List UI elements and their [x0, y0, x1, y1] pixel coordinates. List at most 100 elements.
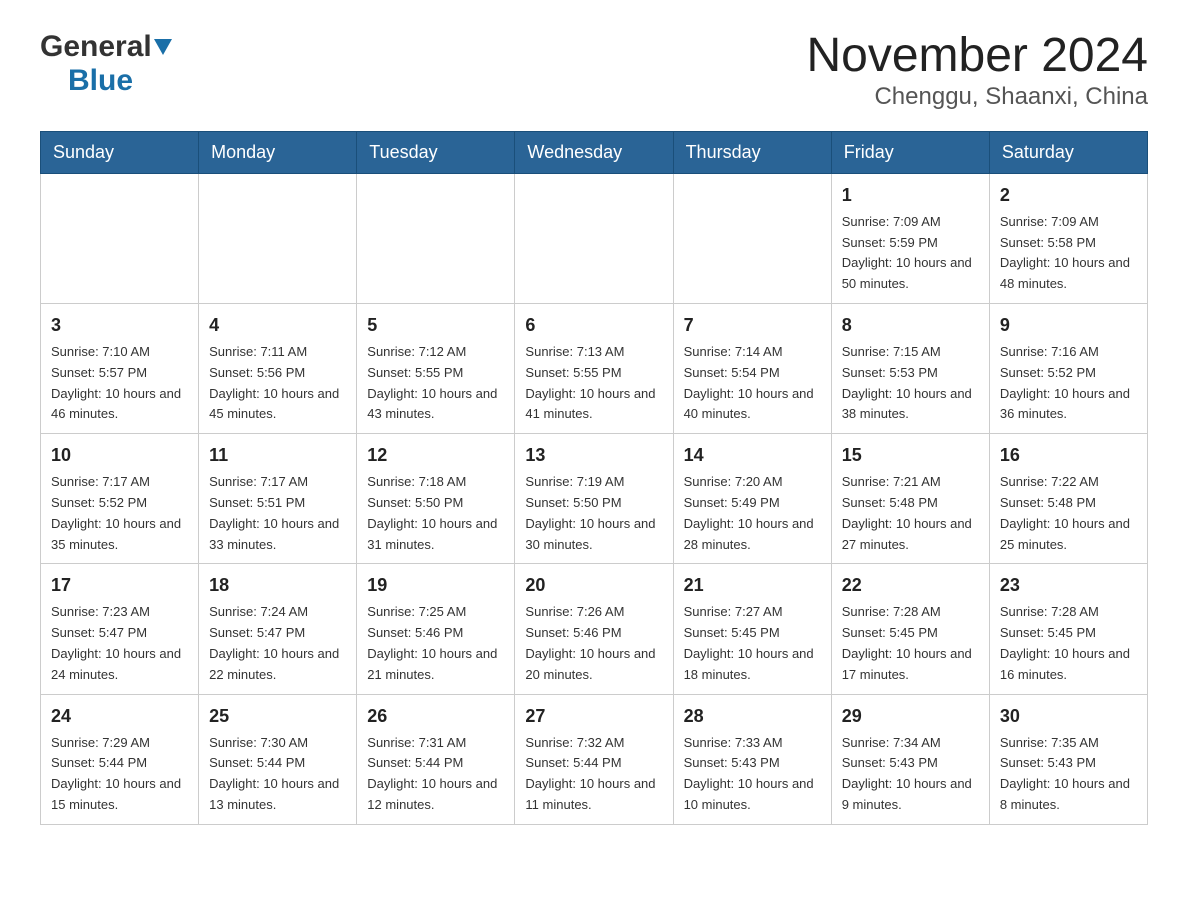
- day-info: Sunrise: 7:35 AMSunset: 5:43 PMDaylight:…: [1000, 735, 1130, 812]
- page-header: General Blue November 2024 Chenggu, Shaa…: [40, 30, 1148, 111]
- day-number: 9: [1000, 312, 1137, 339]
- day-number: 13: [525, 442, 662, 469]
- day-number: 19: [367, 572, 504, 599]
- calendar-cell: 12Sunrise: 7:18 AMSunset: 5:50 PMDayligh…: [357, 434, 515, 564]
- day-number: 29: [842, 703, 979, 730]
- day-number: 3: [51, 312, 188, 339]
- day-info: Sunrise: 7:11 AMSunset: 5:56 PMDaylight:…: [209, 344, 339, 421]
- calendar-cell: 19 Sunrise: 7:25 AMSunset: 5:46 PMDayligh…: [357, 564, 515, 694]
- day-info: Sunrise: 7:34 AMSunset: 5:43 PMDaylight:…: [842, 735, 972, 812]
- logo-general-text: General: [40, 30, 152, 64]
- day-info: Sunrise: 7:09 AMSunset: 5:58 PMDaylight:…: [1000, 214, 1130, 291]
- calendar-cell: 13Sunrise: 7:19 AMSunset: 5:50 PMDayligh…: [515, 434, 673, 564]
- day-number: 25: [209, 703, 346, 730]
- calendar-cell: 28Sunrise: 7:33 AMSunset: 5:43 PMDayligh…: [673, 694, 831, 824]
- calendar-cell: 3 Sunrise: 7:10 AMSunset: 5:57 PMDaylight…: [41, 303, 199, 433]
- day-info: Sunrise: 7:23 AMSunset: 5:47 PMDaylight:…: [51, 604, 181, 681]
- calendar-cell: 30Sunrise: 7:35 AMSunset: 5:43 PMDayligh…: [989, 694, 1147, 824]
- day-info: Sunrise: 7:13 AMSunset: 5:55 PMDaylight:…: [525, 344, 655, 421]
- calendar-cell: 9 Sunrise: 7:16 AMSunset: 5:52 PMDaylight…: [989, 303, 1147, 433]
- day-info: Sunrise: 7:16 AMSunset: 5:52 PMDaylight:…: [1000, 344, 1130, 421]
- day-info: Sunrise: 7:18 AMSunset: 5:50 PMDaylight:…: [367, 474, 497, 551]
- calendar-cell: 15 Sunrise: 7:21 AMSunset: 5:48 PMDayligh…: [831, 434, 989, 564]
- calendar-cell: 20Sunrise: 7:26 AMSunset: 5:46 PMDayligh…: [515, 564, 673, 694]
- weekday-header: Tuesday: [357, 131, 515, 173]
- day-number: 5: [367, 312, 504, 339]
- day-info: Sunrise: 7:25 AMSunset: 5:46 PMDaylight:…: [367, 604, 497, 681]
- day-number: 1: [842, 182, 979, 209]
- day-number: 24: [51, 703, 188, 730]
- calendar-cell: [199, 173, 357, 303]
- day-number: 15: [842, 442, 979, 469]
- calendar-title: November 2024: [806, 30, 1148, 83]
- calendar-cell: [41, 173, 199, 303]
- weekday-header: Thursday: [673, 131, 831, 173]
- calendar-cell: 8 Sunrise: 7:15 AMSunset: 5:53 PMDaylight…: [831, 303, 989, 433]
- day-number: 4: [209, 312, 346, 339]
- day-number: 27: [525, 703, 662, 730]
- weekday-header: Sunday: [41, 131, 199, 173]
- calendar-cell: 14 Sunrise: 7:20 AMSunset: 5:49 PMDayligh…: [673, 434, 831, 564]
- calendar-cell: 25 Sunrise: 7:30 AMSunset: 5:44 PMDayligh…: [199, 694, 357, 824]
- calendar-subtitle: Chenggu, Shaanxi, China: [806, 83, 1148, 111]
- calendar-cell: 26Sunrise: 7:31 AMSunset: 5:44 PMDayligh…: [357, 694, 515, 824]
- calendar-week-row: 3 Sunrise: 7:10 AMSunset: 5:57 PMDaylight…: [41, 303, 1148, 433]
- calendar-header-row: SundayMondayTuesdayWednesdayThursdayFrid…: [41, 131, 1148, 173]
- day-info: Sunrise: 7:15 AMSunset: 5:53 PMDaylight:…: [842, 344, 972, 421]
- calendar-cell: 10Sunrise: 7:17 AMSunset: 5:52 PMDayligh…: [41, 434, 199, 564]
- day-info: Sunrise: 7:30 AMSunset: 5:44 PMDaylight:…: [209, 735, 339, 812]
- calendar-cell: 2 Sunrise: 7:09 AMSunset: 5:58 PMDaylight…: [989, 173, 1147, 303]
- day-number: 2: [1000, 182, 1137, 209]
- day-number: 8: [842, 312, 979, 339]
- day-number: 23: [1000, 572, 1137, 599]
- day-number: 21: [684, 572, 821, 599]
- calendar-cell: 6 Sunrise: 7:13 AMSunset: 5:55 PMDaylight…: [515, 303, 673, 433]
- calendar-week-row: 1Sunrise: 7:09 AMSunset: 5:59 PMDaylight…: [41, 173, 1148, 303]
- calendar-week-row: 10Sunrise: 7:17 AMSunset: 5:52 PMDayligh…: [41, 434, 1148, 564]
- calendar-cell: [357, 173, 515, 303]
- calendar-cell: 24 Sunrise: 7:29 AMSunset: 5:44 PMDayligh…: [41, 694, 199, 824]
- day-info: Sunrise: 7:28 AMSunset: 5:45 PMDaylight:…: [1000, 604, 1130, 681]
- day-number: 11: [209, 442, 346, 469]
- day-number: 18: [209, 572, 346, 599]
- calendar-week-row: 24 Sunrise: 7:29 AMSunset: 5:44 PMDayligh…: [41, 694, 1148, 824]
- day-info: Sunrise: 7:27 AMSunset: 5:45 PMDaylight:…: [684, 604, 814, 681]
- weekday-header: Wednesday: [515, 131, 673, 173]
- day-number: 14: [684, 442, 821, 469]
- calendar-cell: 17 Sunrise: 7:23 AMSunset: 5:47 PMDayligh…: [41, 564, 199, 694]
- logo-triangle-icon: [154, 39, 172, 57]
- day-info: Sunrise: 7:22 AMSunset: 5:48 PMDaylight:…: [1000, 474, 1130, 551]
- logo-blue-text: Blue: [68, 64, 133, 97]
- day-info: Sunrise: 7:33 AMSunset: 5:43 PMDaylight:…: [684, 735, 814, 812]
- weekday-header: Friday: [831, 131, 989, 173]
- calendar-cell: 16Sunrise: 7:22 AMSunset: 5:48 PMDayligh…: [989, 434, 1147, 564]
- calendar-cell: 27Sunrise: 7:32 AMSunset: 5:44 PMDayligh…: [515, 694, 673, 824]
- day-number: 10: [51, 442, 188, 469]
- day-info: Sunrise: 7:14 AMSunset: 5:54 PMDaylight:…: [684, 344, 814, 421]
- calendar-cell: 1Sunrise: 7:09 AMSunset: 5:59 PMDaylight…: [831, 173, 989, 303]
- day-info: Sunrise: 7:10 AMSunset: 5:57 PMDaylight:…: [51, 344, 181, 421]
- day-info: Sunrise: 7:24 AMSunset: 5:47 PMDaylight:…: [209, 604, 339, 681]
- day-info: Sunrise: 7:20 AMSunset: 5:49 PMDaylight:…: [684, 474, 814, 551]
- title-block: November 2024 Chenggu, Shaanxi, China: [806, 30, 1148, 111]
- calendar-cell: 22 Sunrise: 7:28 AMSunset: 5:45 PMDayligh…: [831, 564, 989, 694]
- weekday-header: Monday: [199, 131, 357, 173]
- logo: General Blue: [40, 30, 172, 98]
- day-info: Sunrise: 7:28 AMSunset: 5:45 PMDaylight:…: [842, 604, 972, 681]
- calendar-cell: 7 Sunrise: 7:14 AMSunset: 5:54 PMDaylight…: [673, 303, 831, 433]
- day-number: 6: [525, 312, 662, 339]
- day-number: 22: [842, 572, 979, 599]
- day-number: 7: [684, 312, 821, 339]
- calendar-table: SundayMondayTuesdayWednesdayThursdayFrid…: [40, 131, 1148, 825]
- calendar-cell: 23 Sunrise: 7:28 AMSunset: 5:45 PMDayligh…: [989, 564, 1147, 694]
- day-number: 17: [51, 572, 188, 599]
- weekday-header: Saturday: [989, 131, 1147, 173]
- calendar-cell: 18 Sunrise: 7:24 AMSunset: 5:47 PMDayligh…: [199, 564, 357, 694]
- day-number: 20: [525, 572, 662, 599]
- day-info: Sunrise: 7:21 AMSunset: 5:48 PMDaylight:…: [842, 474, 972, 551]
- day-number: 26: [367, 703, 504, 730]
- calendar-week-row: 17 Sunrise: 7:23 AMSunset: 5:47 PMDayligh…: [41, 564, 1148, 694]
- calendar-cell: [515, 173, 673, 303]
- calendar-cell: 5Sunrise: 7:12 AMSunset: 5:55 PMDaylight…: [357, 303, 515, 433]
- day-info: Sunrise: 7:29 AMSunset: 5:44 PMDaylight:…: [51, 735, 181, 812]
